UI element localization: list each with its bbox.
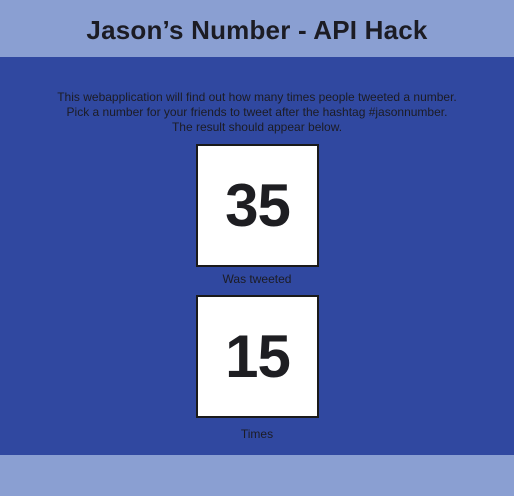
intro-line-1: This webapplication will find out how ma… — [57, 90, 457, 104]
page-footer — [0, 455, 514, 496]
intro-text: This webapplication will find out how ma… — [0, 90, 514, 135]
page-title: Jason’s Number - API Hack — [86, 15, 428, 45]
intro-line-3: The result should appear below. — [171, 120, 343, 134]
tweeted-number-caption: Was tweeted — [222, 272, 292, 286]
tweeted-number-value: 35 — [225, 172, 291, 239]
tweeted-number-box: 35 — [196, 144, 319, 267]
page-header: Jason’s Number - API Hack — [0, 0, 514, 57]
intro-line-2: Pick a number for your friends to tweet … — [66, 105, 448, 119]
tweet-count-value: 15 — [225, 323, 291, 390]
tweet-count-box: 15 — [196, 295, 319, 418]
tweet-count-caption: Times — [240, 427, 274, 441]
